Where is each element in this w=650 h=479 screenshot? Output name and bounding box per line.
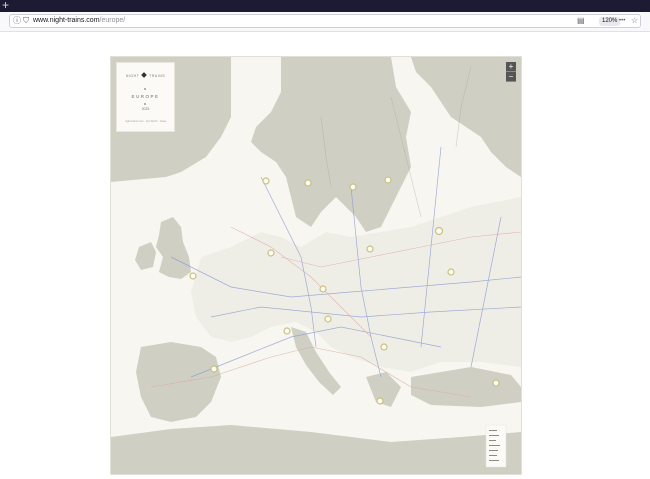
map-year: 2023: [141, 107, 150, 111]
url-host: night-trains.com: [49, 17, 100, 24]
brand-diamond-icon: [141, 72, 148, 78]
url-text[interactable]: www.night-trains.com/europe/: [33, 16, 125, 26]
page-content: NIGHT TRAINS EUROPE 2023 night-trains.com…: [0, 32, 650, 479]
address-bar[interactable]: ⓘ ⛉ www.night-trains.com/europe/ ▤ 120% …: [9, 14, 641, 28]
zoom-in-button[interactable]: +: [506, 62, 516, 72]
tab-bar: +: [0, 0, 650, 12]
map-title-card: NIGHT TRAINS EUROPE 2023 night-trains.com…: [116, 62, 175, 132]
map-credit: night-trains.com · Jon Worth · Clara: [124, 120, 167, 123]
brand-right: TRAINS: [149, 74, 166, 78]
brand-line: NIGHT TRAINS: [117, 72, 174, 78]
separator-dot-icon: [144, 103, 146, 105]
night-train-map[interactable]: NIGHT TRAINS EUROPE 2023 night-trains.com…: [110, 56, 522, 475]
url-host-prefix: www.: [33, 17, 50, 24]
bookmark-star-icon[interactable]: ☆: [631, 16, 638, 26]
brand-left: NIGHT: [125, 74, 140, 78]
separator-dot-icon: [144, 88, 146, 90]
new-tab-button[interactable]: +: [2, 0, 9, 12]
reader-view-icon[interactable]: ▤: [577, 16, 585, 26]
page-actions-icon[interactable]: •••: [619, 16, 625, 26]
url-path: /europe/: [99, 17, 126, 24]
navigation-bar: ⓘ ⛉ www.night-trains.com/europe/ ▤ 120% …: [0, 12, 650, 32]
zoom-out-button[interactable]: −: [506, 72, 516, 82]
map-title: EUROPE: [131, 94, 160, 99]
shield-icon[interactable]: ⛉: [21, 16, 31, 26]
map-zoom-controls: + −: [506, 62, 516, 82]
zoom-level-badge[interactable]: 120%: [599, 17, 621, 26]
